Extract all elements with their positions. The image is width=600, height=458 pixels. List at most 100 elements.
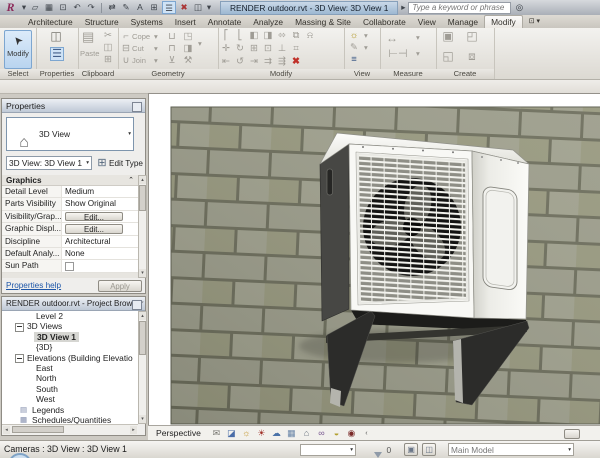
move-icon[interactable]: ⬄ — [276, 30, 288, 42]
rendering-dialog-icon[interactable]: ☁ — [271, 427, 282, 440]
tab-insert[interactable]: Insert — [169, 16, 202, 28]
editable-only-icon-button[interactable]: ◫ — [422, 443, 436, 456]
edit-type-icon[interactable]: ⊞ — [96, 157, 108, 169]
property-row[interactable]: Sun Path — [2, 260, 138, 273]
demolish-icon[interactable]: ◳ — [182, 31, 194, 43]
size-crop-icon[interactable]: ✉ — [211, 427, 222, 440]
tab-manage[interactable]: Manage — [442, 16, 484, 28]
shadows-icon[interactable]: ☀ — [256, 427, 267, 440]
tree-item-legends[interactable]: ▤ Legends — [2, 405, 138, 415]
properties-qat-icon[interactable]: ☰ — [162, 1, 176, 14]
reveal-hidden-icon[interactable]: ◉ — [346, 427, 357, 440]
paint-icon[interactable]: ◨ — [182, 43, 194, 55]
tab-collaborate[interactable]: Collaborate — [357, 16, 412, 28]
unlocked-view-icon[interactable]: ∞ — [316, 427, 327, 440]
browser-vscrollbar[interactable]: ▴ ▾ — [138, 311, 147, 424]
properties-help-link[interactable]: Properties help — [6, 281, 61, 290]
workset-icon-button[interactable]: ▣ — [404, 443, 418, 456]
cascade-icon[interactable]: ◫ — [192, 1, 204, 14]
tree-item-elevations[interactable]: Elevations (Building Elevatio — [2, 353, 138, 364]
browser-hscrollbar[interactable]: ◂ ▸ — [2, 424, 138, 435]
redo-icon[interactable]: ↷ — [85, 1, 97, 14]
thin-lines-icon[interactable]: ≡ — [348, 54, 360, 66]
measure-line-icon[interactable]: ↔ — [386, 32, 398, 44]
selection-filter[interactable]: 0 — [374, 445, 391, 458]
undo-icon[interactable]: ↶ — [71, 1, 83, 14]
binoculars-icon[interactable]: ◎ — [513, 1, 525, 14]
text-icon[interactable]: A — [134, 1, 146, 14]
delete-icon[interactable]: ✖ — [290, 56, 302, 68]
tree-item-schedules[interactable]: ▦ Schedules/Quantities — [2, 415, 138, 424]
collapse-node-icon[interactable] — [15, 354, 24, 364]
copy-icon[interactable]: ◫ — [102, 42, 114, 54]
tree-item-east[interactable]: East — [2, 363, 138, 373]
title-expand-icon[interactable]: ▸ — [400, 1, 406, 14]
properties-scrollbar[interactable]: ▴ ▾ — [138, 175, 147, 278]
property-row[interactable]: Discipline Architectural — [2, 235, 138, 248]
extend-icon[interactable]: ⇥ — [248, 56, 260, 68]
edit-type-button[interactable]: Edit Type — [109, 159, 143, 168]
qat-caret-icon[interactable]: ▾ — [206, 1, 212, 14]
tab-architecture[interactable]: Architecture — [22, 16, 79, 28]
tree-item-south[interactable]: South — [2, 384, 138, 394]
modify-tool-button[interactable]: ➤ Modify — [4, 30, 32, 69]
wall-joins-icon[interactable]: ⊔ — [166, 31, 178, 43]
sun-path-icon[interactable]: ☼ — [241, 427, 252, 440]
family-types-icon[interactable]: ◫ — [50, 30, 62, 42]
align-icon[interactable]: ⎡ — [220, 30, 232, 42]
split-icon[interactable]: ✛ — [220, 43, 232, 55]
array-icon[interactable]: ⊞ — [248, 43, 260, 55]
cope-icon[interactable]: ⌐ — [120, 31, 132, 43]
tab-modify[interactable]: Modify — [484, 15, 523, 28]
property-row[interactable]: Visibility/Grap... Edit... — [2, 210, 138, 224]
rotate-icon[interactable]: ↻ — [234, 43, 246, 55]
cut-geometry-icon[interactable]: ⊟ — [120, 43, 132, 55]
pin-icon[interactable]: ⍾ — [304, 30, 316, 42]
crop-region-icon[interactable]: ⌂ — [301, 427, 312, 440]
join-icon[interactable]: ∪ — [120, 55, 132, 67]
linework-icon[interactable]: ✎ — [348, 42, 360, 54]
design-options-select[interactable]: ▾ — [300, 444, 356, 456]
split2-icon[interactable]: ⇶ — [276, 56, 288, 68]
crop-view-icon[interactable]: ▦ — [286, 427, 297, 440]
properties-palette-header[interactable]: Properties — [2, 99, 145, 113]
collapse-node-icon[interactable] — [15, 322, 24, 332]
project-browser-header[interactable]: RENDER outdoor.rvt - Project Browser — [2, 297, 145, 311]
tree-item-north[interactable]: North — [2, 373, 138, 383]
tree-item-level2[interactable]: Level 2 — [2, 311, 138, 321]
3d-canvas[interactable] — [148, 93, 600, 426]
visibility-edit-button[interactable]: Edit... — [65, 211, 123, 222]
offset-icon[interactable]: ⎣ — [234, 30, 246, 42]
create-group-icon[interactable]: ▣ — [442, 30, 454, 42]
scale-icon[interactable]: ⊡ — [262, 43, 274, 55]
tree-item-3d-views[interactable]: 3D Views — [2, 321, 138, 332]
collapse-section-icon[interactable]: ⌃ — [128, 175, 134, 186]
canvas-corner-button[interactable] — [564, 429, 580, 439]
view-layout-icon[interactable]: ⊞ — [148, 1, 160, 14]
pencil-icon[interactable]: ✎ — [120, 1, 132, 14]
save-icon[interactable]: ▦ — [43, 1, 55, 14]
open-icon[interactable]: ▱ — [29, 1, 41, 14]
cut-icon[interactable]: ✂ — [102, 30, 114, 42]
tree-item-west[interactable]: West — [2, 394, 138, 404]
create-parts-icon[interactable]: ⧈ — [466, 50, 478, 62]
view-scale-label[interactable]: Perspective — [156, 428, 201, 438]
split-face-icon[interactable]: ⚒ — [182, 55, 194, 67]
measure-points-icon[interactable]: ⊢⊣ — [386, 48, 410, 60]
lightbulb-icon[interactable]: ☼ — [348, 30, 360, 42]
temporary-hide-icon[interactable]: ◒ — [331, 427, 342, 440]
close-hidden-icon[interactable]: ✖ — [178, 1, 190, 14]
copy-modify-icon[interactable]: ⧉ — [290, 30, 302, 42]
graphic-display-edit-button[interactable]: Edit... — [65, 224, 123, 234]
property-row[interactable]: Detail Level Medium — [2, 186, 138, 199]
logo-caret-icon[interactable]: ▾ — [21, 1, 27, 14]
tree-item-3d-view-1[interactable]: 3D View 1 — [2, 331, 138, 343]
paste-icon[interactable]: ▤ — [82, 30, 94, 43]
property-row[interactable]: Graphic Displ... Edit... — [2, 223, 138, 236]
visual-style-icon[interactable]: ◪ — [226, 427, 237, 440]
ribbon-state-icon[interactable]: ⊡ ▾ — [523, 16, 546, 28]
tab-structure[interactable]: Structure — [79, 16, 125, 28]
mirror-axis-icon[interactable]: ◨ — [262, 30, 274, 42]
create-assembly-icon[interactable]: ◱ — [442, 50, 454, 62]
create-similar-icon[interactable]: ◰ — [466, 30, 478, 42]
